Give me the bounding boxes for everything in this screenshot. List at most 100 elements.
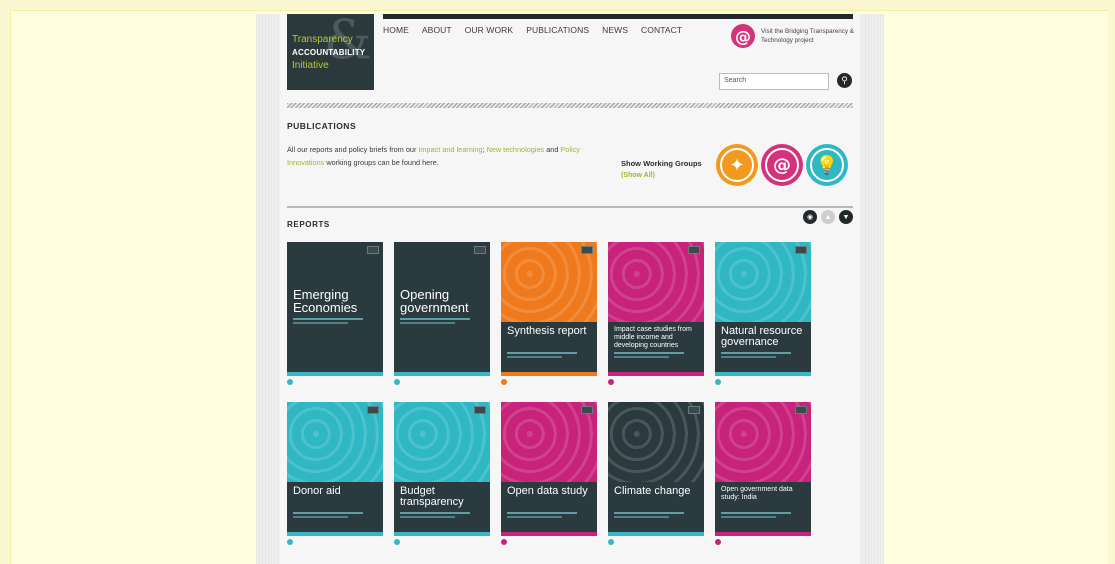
- cover-subtitle-line: [614, 352, 684, 354]
- cover-subtitle-line: [293, 516, 348, 518]
- bridge-link[interactable]: Visit the Bridging Transparency & Techno…: [761, 27, 855, 45]
- report-cover[interactable]: Emerging Economies: [287, 242, 383, 376]
- report-cover[interactable]: Budget transparency: [394, 402, 490, 536]
- cover-subtitle-line: [721, 352, 791, 354]
- cover-logo-badge: [688, 246, 700, 254]
- report-title: Synthesis report: [507, 325, 587, 337]
- publications-heading: PUBLICATIONS: [287, 121, 357, 131]
- reports-heading: REPORTS: [287, 220, 330, 229]
- cover-subtitle-line: [400, 318, 470, 320]
- cover-art: [608, 242, 704, 322]
- category-dot: [394, 379, 400, 385]
- logo-line-accountability: ACCOUNTABILITY: [292, 48, 366, 57]
- at-glyph: @: [735, 26, 751, 46]
- site-logo[interactable]: & Transparency ACCOUNTABILITY Initiative: [287, 14, 374, 90]
- report-cover[interactable]: Natural resource governance: [715, 242, 811, 376]
- category-dot: [715, 539, 721, 545]
- cover-logo-badge: [795, 406, 807, 414]
- report-title: Budget transparency: [400, 485, 464, 508]
- cover-logo-badge: [367, 406, 379, 414]
- nav-news[interactable]: NEWS: [602, 25, 628, 35]
- publications-intro: All our reports and policy briefs from o…: [287, 143, 597, 169]
- cover-bottom-strip: [287, 532, 383, 536]
- cover-bottom-strip: [715, 372, 811, 376]
- cover-art: [501, 242, 597, 322]
- report-cover[interactable]: Synthesis report: [501, 242, 597, 376]
- link-new-technologies[interactable]: New technologies: [487, 145, 545, 154]
- at-icon[interactable]: @: [761, 144, 803, 186]
- lightbulb-icon-glyph: 💡: [810, 148, 844, 182]
- cover-subtitle-line: [400, 512, 470, 514]
- intro-text-end: working groups can be found here.: [324, 158, 439, 167]
- cover-subtitle-line: [614, 356, 669, 358]
- cover-art: [715, 402, 811, 482]
- report-cover[interactable]: Impact case studies from middle income a…: [608, 242, 704, 376]
- report-cover[interactable]: Opening government: [394, 242, 490, 376]
- cover-art: [287, 402, 383, 482]
- cover-subtitle-line: [614, 516, 669, 518]
- logo-line-transparency: Transparency: [292, 34, 353, 45]
- at-icon[interactable]: @: [731, 24, 755, 48]
- report-title: Emerging Economies: [293, 287, 358, 315]
- rss-icon[interactable]: ◉: [803, 210, 817, 224]
- nav-our-work[interactable]: OUR WORK: [465, 25, 514, 35]
- report-cover[interactable]: Open government data study: India: [715, 402, 811, 536]
- cover-logo-badge: [581, 246, 593, 254]
- report-cover[interactable]: Open data study: [501, 402, 597, 536]
- nav-home[interactable]: HOME: [383, 25, 409, 35]
- cover-logo-badge: [795, 246, 807, 254]
- nav-publications[interactable]: PUBLICATIONS: [526, 25, 589, 35]
- cover-art: [394, 402, 490, 482]
- section-divider: [287, 206, 853, 208]
- cover-logo-badge: [474, 406, 486, 414]
- nav-about[interactable]: ABOUT: [422, 25, 452, 35]
- cover-subtitle-line: [507, 512, 577, 514]
- cover-bottom-strip: [287, 372, 383, 376]
- top-bar: [383, 14, 853, 19]
- intro-text-start: All our reports and policy briefs from o…: [287, 145, 419, 154]
- category-dot: [501, 379, 507, 385]
- cover-subtitle-line: [293, 322, 348, 324]
- cover-subtitle-line: [721, 516, 776, 518]
- cover-bottom-strip: [608, 532, 704, 536]
- report-title: Natural resource governance: [721, 325, 803, 348]
- cover-logo-badge: [688, 406, 700, 414]
- cover-bottom-strip: [608, 372, 704, 376]
- link-impact-learning[interactable]: Impact and learning: [418, 145, 482, 154]
- category-dot: [608, 539, 614, 545]
- cover-subtitle-line: [507, 352, 577, 354]
- category-dot: [287, 379, 293, 385]
- hatched-divider: [287, 103, 853, 108]
- report-title: Open government data study: India: [721, 486, 793, 501]
- cover-subtitle-line: [507, 516, 562, 518]
- cover-logo-badge: [581, 406, 593, 414]
- compass-icon-glyph: ✦: [720, 148, 754, 182]
- up-arrow-icon[interactable]: ▲: [821, 210, 835, 224]
- cover-subtitle-line: [614, 512, 684, 514]
- cover-subtitle-line: [400, 516, 455, 518]
- report-cover[interactable]: Donor aid: [287, 402, 383, 536]
- report-title: Opening government: [400, 287, 469, 315]
- nav-contact[interactable]: CONTACT: [641, 25, 682, 35]
- report-title: Impact case studies from middle income a…: [614, 326, 692, 349]
- intro-and: and: [544, 145, 561, 154]
- cover-subtitle-line: [507, 356, 562, 358]
- search-button[interactable]: ⚲: [837, 73, 852, 88]
- category-dot: [608, 379, 614, 385]
- show-all-link[interactable]: (Show All): [621, 172, 655, 179]
- cover-bottom-strip: [394, 532, 490, 536]
- lightbulb-icon[interactable]: 💡: [806, 144, 848, 186]
- cover-art: [608, 402, 704, 482]
- report-title: Donor aid: [293, 485, 341, 497]
- at-icon-glyph: @: [765, 148, 799, 182]
- search-input[interactable]: Search: [719, 73, 829, 90]
- cover-art: [501, 402, 597, 482]
- down-arrow-icon[interactable]: ▼: [839, 210, 853, 224]
- category-dot: [394, 539, 400, 545]
- cover-logo-badge: [367, 246, 379, 254]
- show-working-groups-label: Show Working Groups: [621, 159, 702, 168]
- compass-icon[interactable]: ✦: [716, 144, 758, 186]
- search-icon: ⚲: [841, 75, 848, 85]
- cover-bottom-strip: [715, 532, 811, 536]
- report-cover[interactable]: Climate change: [608, 402, 704, 536]
